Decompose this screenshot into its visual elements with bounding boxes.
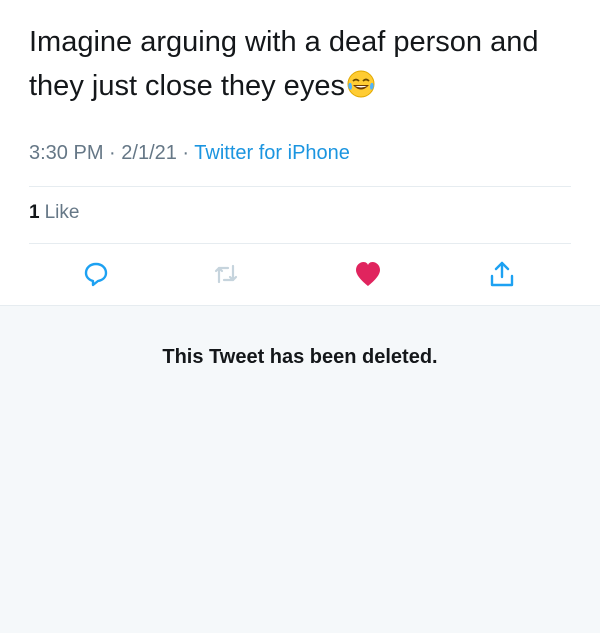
like-count: 1: [29, 202, 40, 223]
tweet-text: Imagine arguing with a deaf person and t…: [29, 26, 539, 102]
tweet-time: 3:30 PM: [29, 142, 104, 164]
reply-button[interactable]: [80, 260, 112, 292]
like-button[interactable]: [352, 260, 384, 292]
tweet-meta: 3:30 PM · 2/1/21 · Twitter for iPhone: [29, 142, 350, 165]
tweet-text-block: Imagine arguing with a deaf person and t…: [29, 20, 579, 108]
meta-separator: ·: [176, 142, 195, 164]
meta-separator: ·: [103, 142, 122, 164]
laughing-emoji-icon: [346, 68, 376, 98]
heart-icon: [353, 260, 383, 293]
deleted-notice: This Tweet has been deleted.: [162, 346, 438, 368]
reply-icon: [82, 260, 110, 293]
tweet-source-link[interactable]: Twitter for iPhone: [194, 142, 350, 164]
likes-stat[interactable]: 1 Like: [29, 202, 79, 224]
tweet-actions-bar: [0, 252, 600, 298]
deleted-tweet-panel: This Tweet has been deleted.: [0, 305, 600, 633]
divider: [29, 243, 571, 244]
retweet-button[interactable]: [210, 260, 242, 292]
tweet-card: Imagine arguing with a deaf person and t…: [0, 0, 600, 305]
retweet-icon: [211, 260, 241, 293]
share-button[interactable]: [486, 260, 518, 292]
divider: [29, 186, 571, 187]
share-icon: [487, 259, 517, 294]
like-label: Like: [44, 202, 80, 223]
tweet-date: 2/1/21: [121, 142, 177, 164]
